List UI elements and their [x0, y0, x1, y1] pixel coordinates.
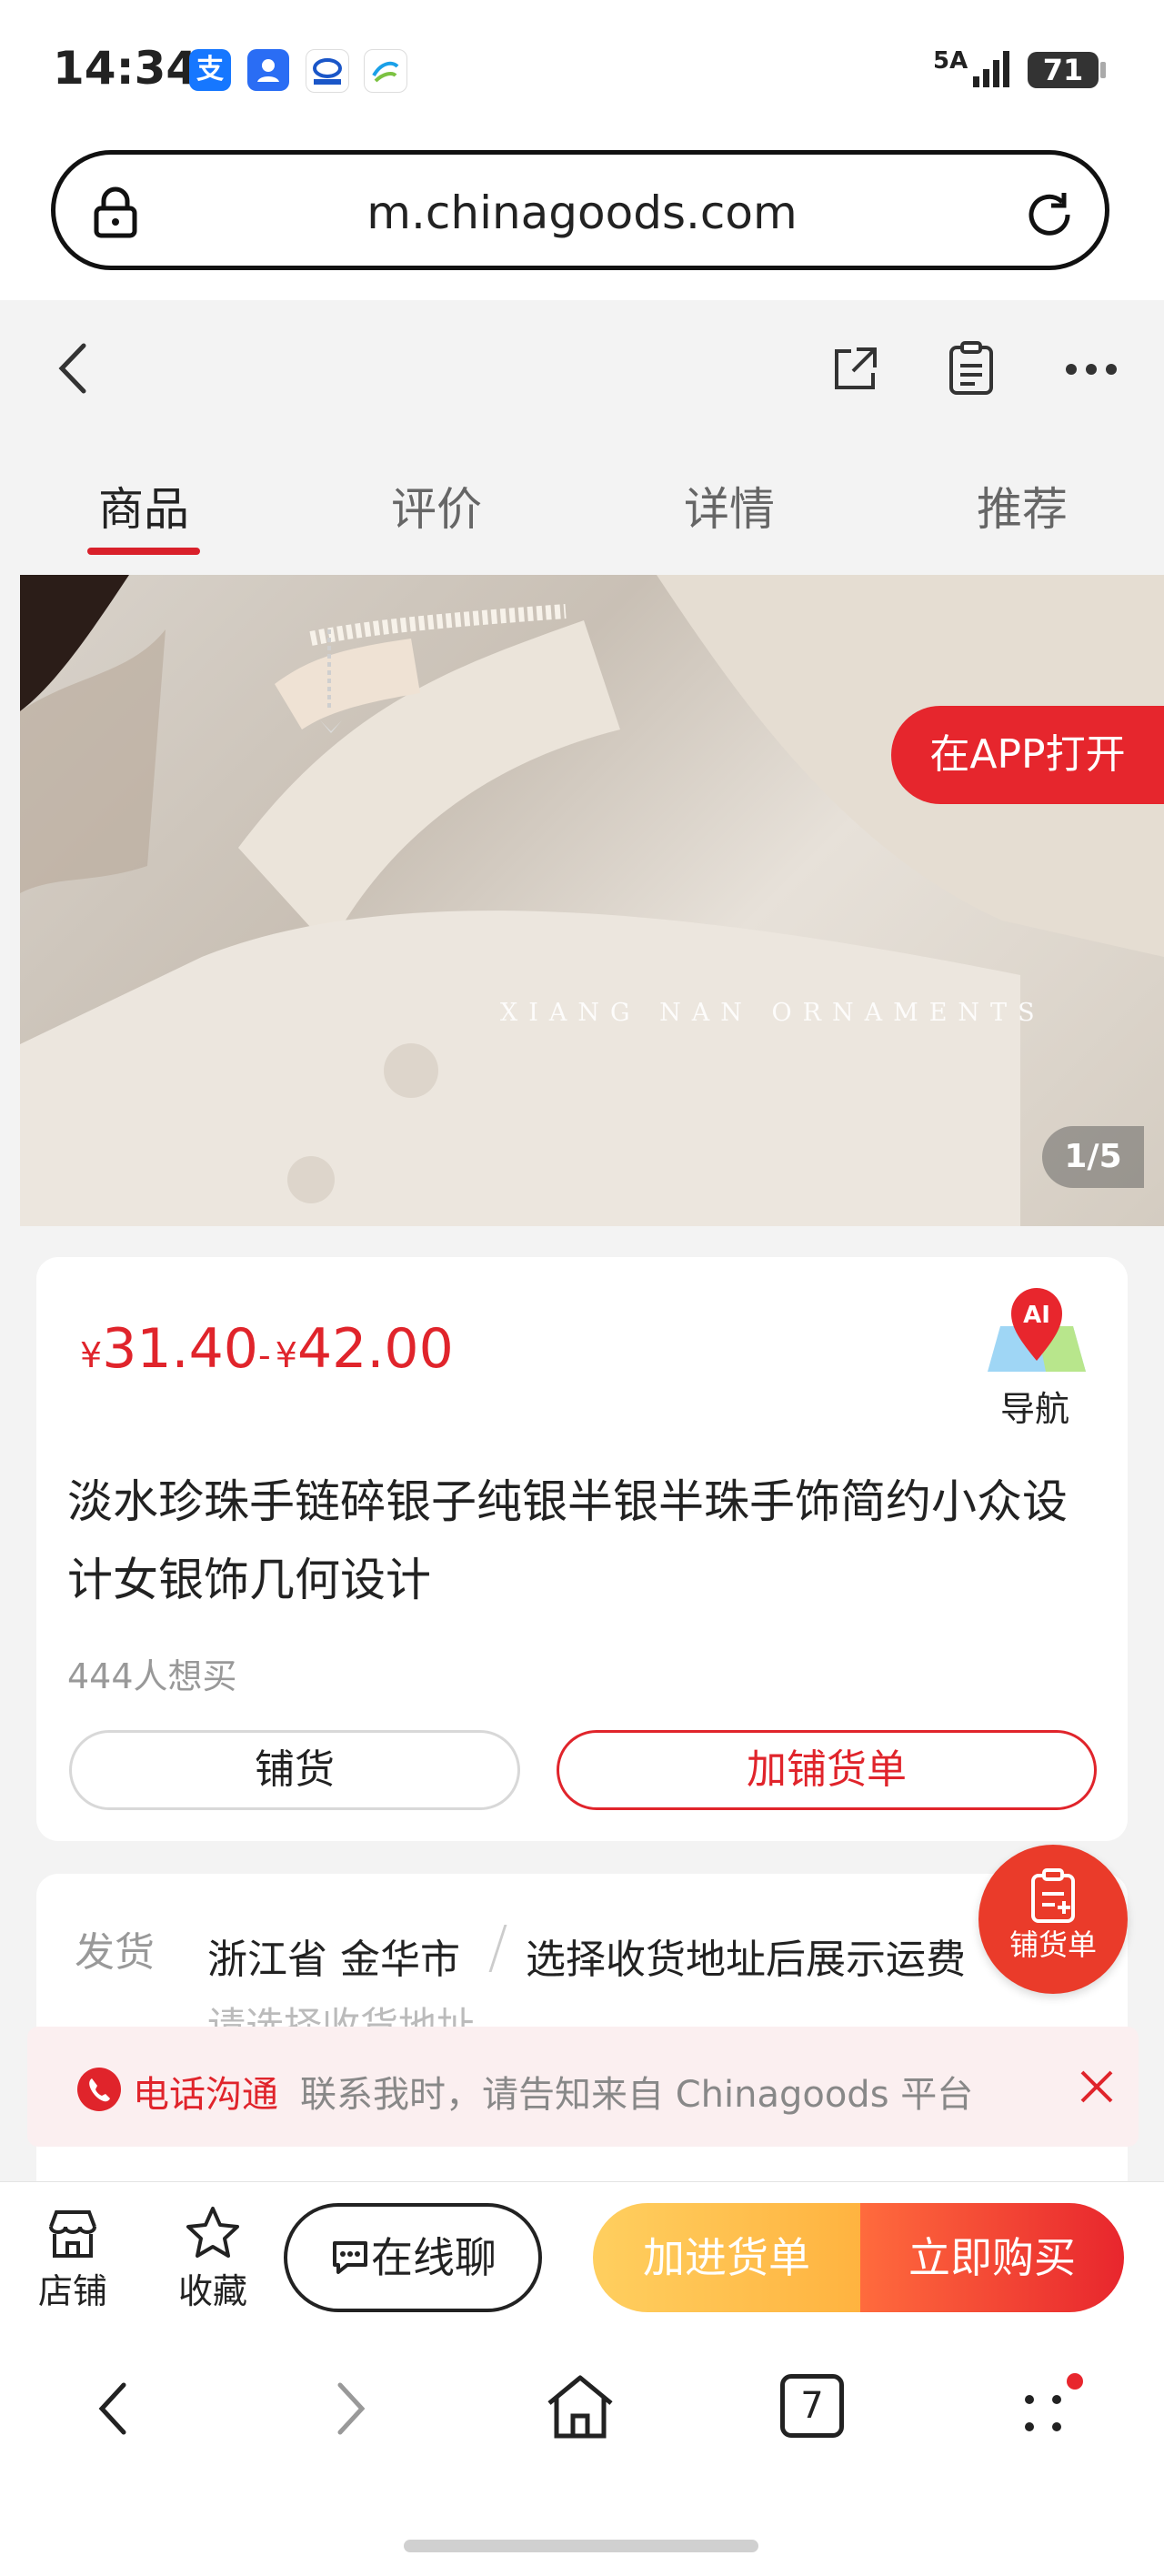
stock-list-fab[interactable]: 铺货单 — [978, 1845, 1128, 1994]
tab-reviews[interactable]: 评价 — [346, 473, 527, 538]
price-separator: - — [257, 1335, 271, 1375]
currency-symbol: ¥ — [275, 1335, 297, 1375]
menu-dots-icon[interactable] — [1018, 2372, 1091, 2441]
fab-label: 铺货单 — [1008, 1927, 1097, 1962]
url-text[interactable]: m.chinagoods.com — [0, 186, 1164, 239]
signal-icon — [973, 51, 1009, 87]
close-icon[interactable] — [1077, 2067, 1117, 2107]
price-high: 42.00 — [296, 1317, 454, 1381]
price-low: 31.40 — [102, 1317, 258, 1381]
navigation-label[interactable]: 导航 — [1000, 1381, 1069, 1431]
status-time: 14:34 — [53, 42, 198, 95]
tab-details[interactable]: 详情 — [638, 473, 820, 538]
active-tab-indicator — [87, 548, 200, 555]
tab-product[interactable]: 商品 — [53, 473, 235, 538]
gesture-bar[interactable] — [404, 2540, 758, 2552]
product-title: 淡水珍珠手链碎银子纯银半银半珠手饰简约小众设计女银饰几何设计 — [67, 1475, 1068, 1606]
browser-back-icon[interactable] — [95, 2380, 131, 2438]
address-hint[interactable]: 请选择收货地址 — [207, 1996, 475, 2027]
add-stock-list-button[interactable]: 加铺货单 — [557, 1730, 1097, 1810]
network-indicator: 5A — [933, 47, 968, 75]
shop-icon — [49, 2210, 96, 2258]
online-chat-button[interactable]: 在线聊 — [284, 2203, 542, 2312]
browser-forward-icon[interactable] — [333, 2380, 369, 2438]
back-icon[interactable] — [56, 342, 89, 395]
tab-recommend[interactable]: 推荐 — [931, 473, 1113, 538]
navigation-map-icon[interactable]: AI — [982, 1281, 1091, 1375]
tabs-count-button[interactable]: 7 — [780, 2374, 844, 2438]
home-icon[interactable] — [544, 2372, 617, 2441]
phone-banner-title: 电话沟通 — [133, 2074, 278, 2116]
phone-banner-text: 联系我时，请告知来自 Chinagoods 平台 — [300, 2074, 974, 2116]
mobile-carrier-icon — [364, 49, 407, 93]
buy-now-button[interactable]: 立即购买 — [860, 2203, 1124, 2312]
product-image[interactable] — [20, 575, 1164, 1226]
add-to-cart-button[interactable]: 加进货单 — [593, 2203, 860, 2312]
share-icon[interactable] — [829, 344, 880, 395]
reload-icon[interactable] — [1022, 187, 1077, 242]
shop-label: 店铺 — [37, 2271, 107, 2311]
open-in-app-button[interactable]: 在APP打开 — [891, 706, 1164, 804]
favorite-label: 收藏 — [177, 2271, 247, 2311]
shipping-label: 发货 — [75, 1929, 155, 1976]
battery-icon: 71 — [1028, 52, 1099, 88]
status-bar: 14:34 支 5A 71 — [0, 0, 1164, 146]
price-range: ¥31.40- ¥42.00 — [80, 1317, 454, 1381]
battery-tip — [1100, 62, 1106, 78]
account-icon — [247, 49, 289, 91]
shipping-note[interactable]: 选择收货地址后展示运费 — [526, 1927, 966, 1985]
image-watermark: XIANG NAN ORNAMENTS — [500, 999, 1046, 1027]
star-icon — [186, 2207, 239, 2258]
chat-icon — [333, 2241, 367, 2274]
stock-button[interactable]: 铺货 — [69, 1730, 520, 1810]
svg-text:AI: AI — [1023, 1302, 1050, 1329]
currency-symbol: ¥ — [80, 1335, 103, 1375]
bank-app-icon — [306, 49, 349, 93]
chat-label: 在线聊 — [371, 2233, 497, 2282]
stock-list-icon — [1031, 1868, 1075, 1923]
more-icon[interactable] — [1064, 360, 1119, 378]
clipboard-icon[interactable] — [948, 340, 995, 397]
phone-icon — [77, 2068, 121, 2111]
shop-button[interactable]: 店铺 — [18, 2207, 127, 2313]
favorite-button[interactable]: 收藏 — [158, 2205, 267, 2313]
alipay-icon: 支 — [189, 49, 231, 91]
wanted-count: 444人想买 — [67, 1656, 237, 1696]
shipping-location[interactable]: 浙江省 金华市 — [207, 1927, 460, 1985]
image-pager: 1/5 — [1042, 1126, 1144, 1188]
